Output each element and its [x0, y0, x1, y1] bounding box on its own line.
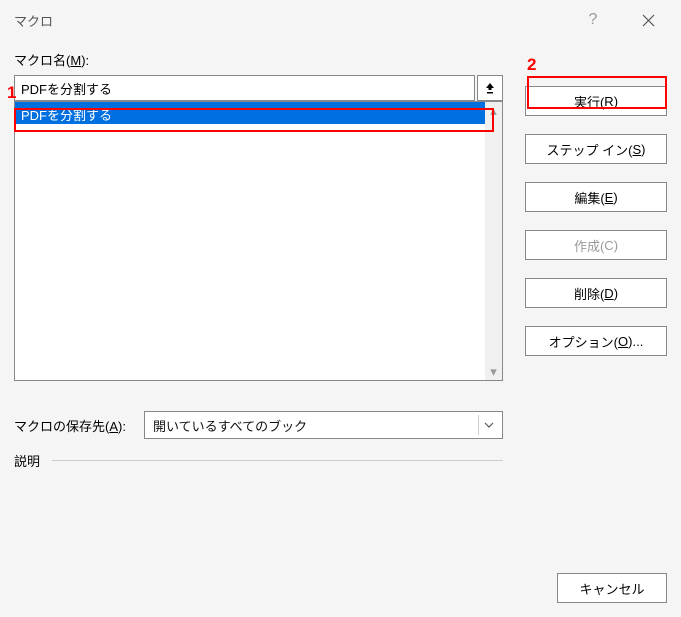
create-hotkey: C [604, 238, 613, 253]
options-pre: オプション( [549, 332, 618, 351]
store-dropdown-value: 開いているすべてのブック [153, 416, 307, 435]
store-label-post: ): [118, 419, 126, 434]
chevron-down-icon [478, 415, 498, 435]
delete-pre: 削除( [574, 284, 604, 303]
store-label: マクロの保存先(A): [14, 416, 126, 435]
edit-button[interactable]: 編集(E) [525, 182, 667, 212]
store-row: マクロの保存先(A): 開いているすべてのブック [14, 411, 503, 439]
scroll-up-icon[interactable]: ▴ [485, 102, 502, 119]
store-label-pre: マクロの保存先( [14, 419, 109, 434]
macro-name-label-post: ): [81, 53, 89, 68]
titlebar-controls: ? [581, 4, 671, 36]
macro-name-label: マクロ名(M): [14, 50, 503, 69]
macro-name-label-pre: マクロ名( [14, 53, 70, 68]
cancel-area: キャンセル [557, 573, 667, 603]
macro-name-input[interactable] [15, 76, 474, 100]
list-item[interactable]: PDFを分割する [15, 102, 485, 124]
macro-list-items: PDFを分割する [15, 102, 485, 380]
goto-button[interactable] [477, 75, 503, 101]
options-hotkey: O [618, 334, 628, 349]
scrollbar[interactable]: ▴ ▾ [485, 102, 502, 380]
delete-button[interactable]: 削除(D) [525, 278, 667, 308]
create-button: 作成(C) [525, 230, 667, 260]
store-hotkey: A [109, 419, 118, 434]
description-row: 説明 [14, 451, 503, 470]
macro-name-row [14, 75, 503, 101]
delete-hotkey: D [604, 286, 613, 301]
store-dropdown[interactable]: 開いているすべてのブック [144, 411, 503, 439]
run-button[interactable]: 実行(R) [525, 86, 667, 116]
run-hotkey: R [604, 94, 613, 109]
delete-post: ) [614, 286, 618, 301]
dialog-title: マクロ [14, 11, 53, 30]
spacer [525, 50, 667, 68]
step-pre: ステップ イン( [547, 140, 633, 159]
arrow-up-icon [484, 81, 496, 95]
macro-list[interactable]: PDFを分割する ▴ ▾ [14, 101, 503, 381]
macro-name-input-wrap [14, 75, 475, 101]
create-pre: 作成( [574, 236, 604, 255]
run-post: ) [614, 94, 618, 109]
close-icon [642, 14, 655, 27]
description-label: 説明 [14, 451, 40, 470]
edit-pre: 編集( [574, 188, 604, 207]
step-hotkey: S [632, 142, 641, 157]
options-button[interactable]: オプション(O)... [525, 326, 667, 356]
description-separator [52, 460, 503, 461]
cancel-button[interactable]: キャンセル [557, 573, 667, 603]
macro-name-hotkey: M [70, 53, 81, 68]
edit-post: ) [613, 190, 617, 205]
right-column: 実行(R) ステップ イン(S) 編集(E) 作成(C) 削除(D) オプション… [525, 50, 667, 470]
help-button[interactable]: ? [581, 11, 605, 29]
edit-hotkey: E [605, 190, 614, 205]
options-post: )... [628, 334, 643, 349]
step-post: ) [641, 142, 645, 157]
scroll-down-icon[interactable]: ▾ [485, 363, 502, 380]
dialog-body: マクロ名(M): PDFを分割する ▴ ▾ マ [0, 40, 681, 484]
left-column: マクロ名(M): PDFを分割する ▴ ▾ マ [14, 50, 503, 470]
close-button[interactable] [625, 4, 671, 36]
run-pre: 実行( [574, 92, 604, 111]
titlebar: マクロ ? [0, 0, 681, 40]
create-post: ) [614, 238, 618, 253]
step-button[interactable]: ステップ イン(S) [525, 134, 667, 164]
